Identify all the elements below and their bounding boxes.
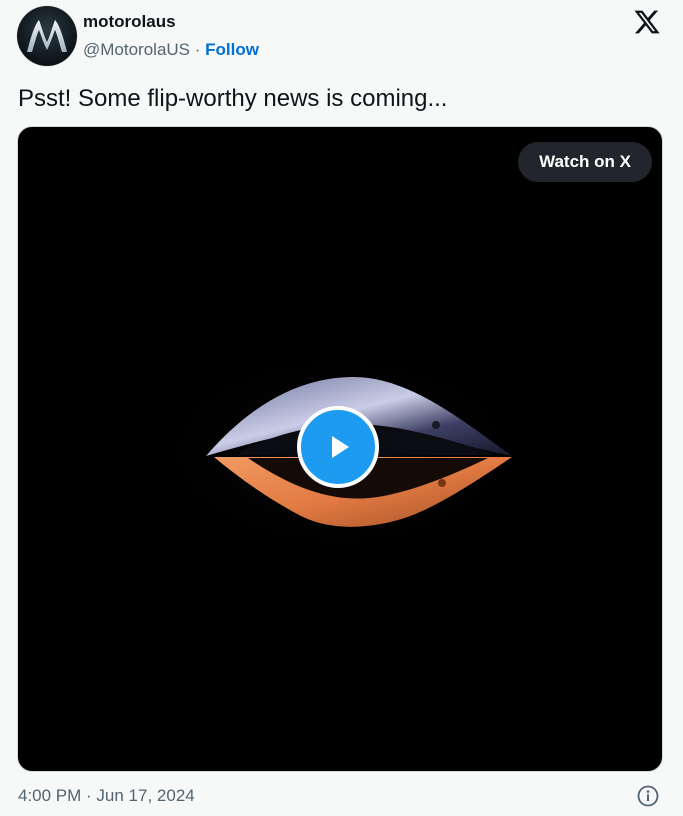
x-logo-icon[interactable] bbox=[633, 8, 661, 36]
motorola-logo-icon bbox=[27, 20, 67, 52]
tweet-text: Psst! Some flip-worthy news is coming... bbox=[18, 85, 448, 112]
tweet-embed-card: motorolaus @MotorolaUS · Follow Psst! So… bbox=[0, 0, 683, 816]
watch-on-x-button[interactable]: Watch on X bbox=[518, 142, 652, 182]
user-handle[interactable]: @MotorolaUS bbox=[83, 40, 190, 59]
avatar[interactable] bbox=[17, 6, 77, 66]
video-player[interactable]: Watch on X bbox=[17, 126, 663, 772]
display-name[interactable]: motorolaus bbox=[83, 11, 259, 33]
play-icon bbox=[332, 436, 349, 458]
play-button[interactable] bbox=[297, 406, 379, 488]
separator-dot: · bbox=[194, 40, 201, 59]
tweet-timestamp[interactable]: 4:00 PM · Jun 17, 2024 bbox=[18, 784, 195, 808]
info-icon[interactable] bbox=[636, 784, 660, 808]
follow-button[interactable]: Follow bbox=[205, 40, 259, 59]
tweet-header: motorolaus @MotorolaUS · Follow bbox=[17, 6, 259, 66]
handle-row: @MotorolaUS · Follow bbox=[83, 39, 259, 61]
user-info: motorolaus @MotorolaUS · Follow bbox=[83, 11, 259, 61]
